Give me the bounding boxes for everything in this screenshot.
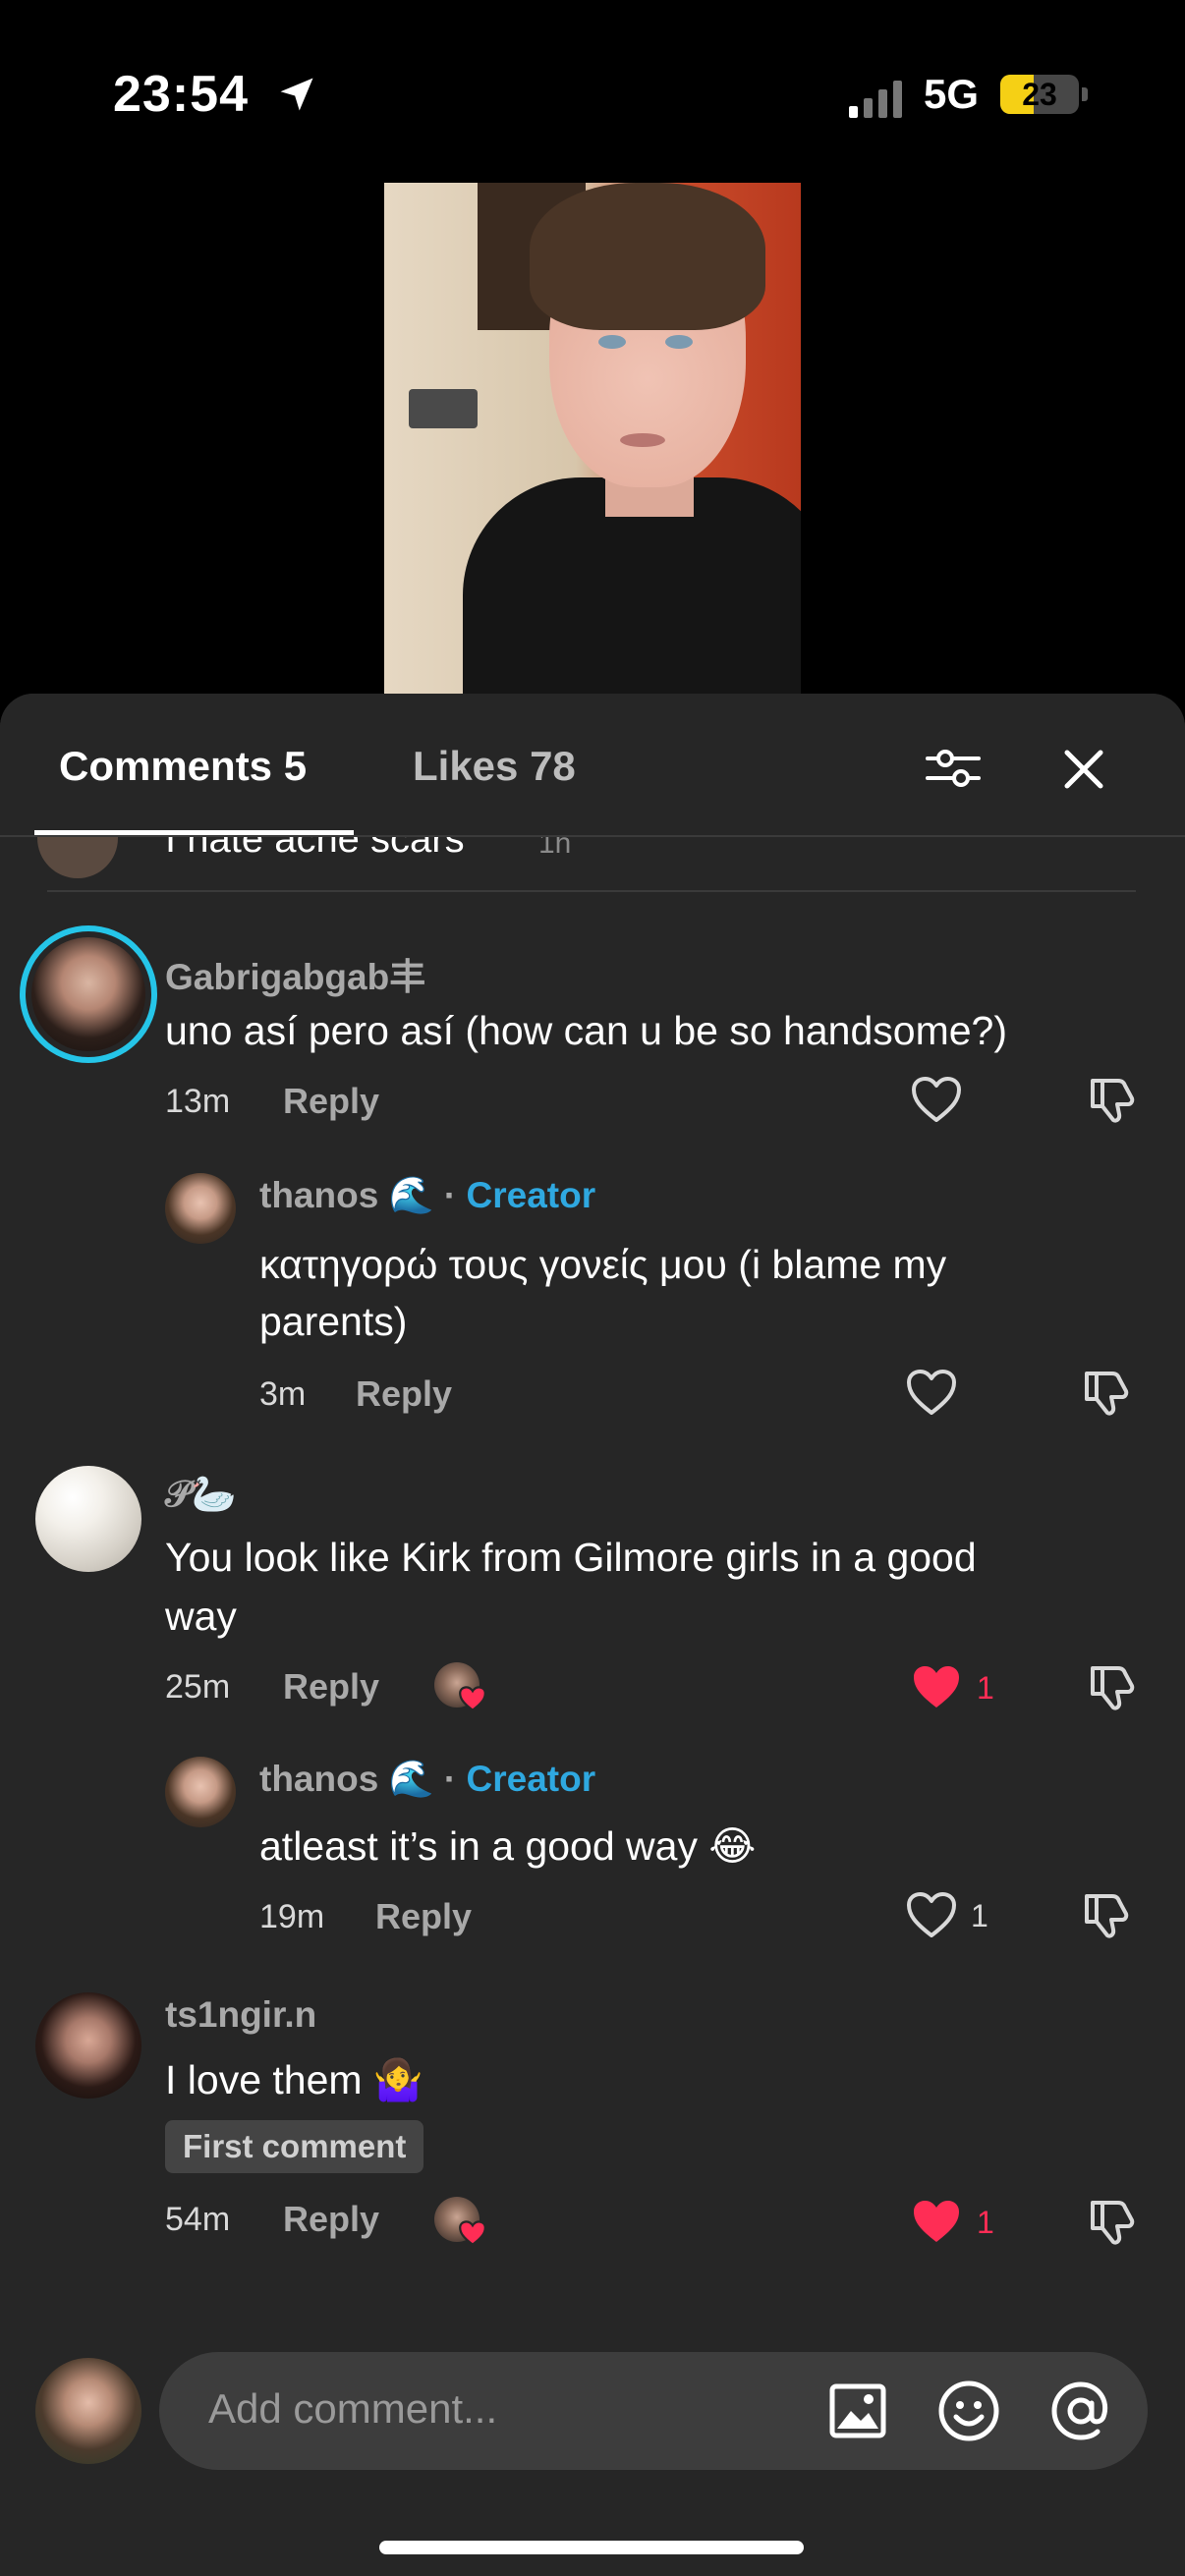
add-comment-input[interactable]: Add comment... [159, 2352, 1148, 2470]
reply-button[interactable]: Reply [283, 1081, 379, 1122]
reply-button[interactable]: Reply [283, 2199, 379, 2240]
avatar[interactable] [165, 1173, 236, 1244]
heart-filled-icon[interactable] [910, 1662, 963, 1711]
comment-composer-bar: Add comment... [0, 2305, 1185, 2576]
comment-time: 25m [165, 1668, 231, 1706]
comment-text: uno así pero así (how can u be so handso… [165, 1008, 1007, 1053]
like-count: 1 [977, 2205, 994, 2240]
status-time: 23:54 [113, 66, 249, 123]
reply-time: 19m [259, 1898, 325, 1935]
comments-sheet: Comments 5 Likes 78 I hate acne scars 1h… [0, 694, 1185, 2576]
filter-sliders-icon[interactable] [924, 739, 983, 798]
like-count: 1 [977, 1670, 994, 1706]
dislike-icon[interactable] [1083, 1888, 1132, 1941]
like-count: 1 [971, 1898, 988, 1933]
avatar[interactable] [35, 1466, 141, 1572]
cellular-signal-icon [849, 81, 902, 118]
close-icon[interactable] [1057, 743, 1110, 796]
active-tab-indicator [34, 830, 354, 835]
comment-username[interactable]: ts1ngir.n [165, 1994, 316, 2036]
comment-text-line-2: way [165, 1594, 237, 1639]
my-avatar [35, 2358, 141, 2464]
home-indicator [379, 2541, 804, 2554]
location-arrow-icon [280, 78, 313, 111]
heart-outline-icon[interactable] [905, 1368, 958, 1417]
dislike-icon[interactable] [1089, 1073, 1138, 1126]
reply-text-line-2: parents) [259, 1299, 408, 1344]
comment-time: 54m [165, 2201, 231, 2238]
reply-text: atleast it’s in a good way 😂 [259, 1823, 757, 1869]
comment-text-line-1: You look like Kirk from Gilmore girls in… [165, 1535, 977, 1580]
creator-label: Creator [466, 1759, 596, 1799]
heart-filled-icon [459, 2220, 486, 2247]
creator-liked-badge [434, 1662, 486, 1712]
creator-liked-badge [434, 2197, 486, 2247]
divider [47, 890, 1136, 892]
reply-button[interactable]: Reply [375, 1896, 472, 1937]
reply-username[interactable]: thanos 🌊 · Creator [259, 1759, 595, 1801]
video-preview[interactable] [384, 183, 801, 703]
tab-likes[interactable]: Likes 78 [413, 743, 576, 790]
emoji-icon[interactable] [937, 2380, 1000, 2442]
reply-button[interactable]: Reply [283, 1666, 379, 1708]
tab-comments[interactable]: Comments 5 [59, 743, 307, 790]
add-comment-placeholder: Add comment... [208, 2385, 498, 2432]
reply-text-line-1: κατηγορώ τους γονείς μου (i blame my [259, 1242, 947, 1287]
dislike-icon[interactable] [1089, 1660, 1138, 1713]
comment-text: I hate acne scars [165, 837, 465, 861]
reply-time: 3m [259, 1375, 307, 1413]
dislike-icon[interactable] [1089, 2195, 1138, 2248]
battery-level: 23 [1022, 77, 1057, 112]
avatar-story-ring[interactable] [20, 925, 157, 1063]
comment-username[interactable]: 𝒫🦢 [165, 1474, 237, 1516]
network-label: 5G [924, 71, 980, 117]
avatar[interactable] [35, 1992, 141, 2099]
sheet-tabs: Comments 5 Likes 78 [0, 694, 1185, 837]
battery-icon: 23 [1000, 75, 1088, 114]
comment-username[interactable]: Gabrigabgab丰 [165, 947, 425, 1000]
partial-comment: I hate acne scars 1h [0, 837, 1185, 882]
first-comment-badge: First comment [165, 2120, 424, 2173]
heart-outline-icon[interactable] [910, 1075, 963, 1124]
heart-filled-icon [459, 1686, 486, 1712]
avatar [31, 937, 145, 1051]
comment-text: I love them 🤷‍♀️ [165, 2057, 423, 2102]
reply-button[interactable]: Reply [356, 1373, 452, 1415]
heart-filled-icon[interactable] [910, 2197, 963, 2246]
avatar[interactable] [165, 1757, 236, 1827]
mention-at-icon[interactable] [1049, 2380, 1112, 2442]
heart-outline-icon[interactable] [905, 1890, 958, 1939]
reply-username[interactable]: thanos 🌊 · Creator [259, 1175, 595, 1217]
dislike-icon[interactable] [1083, 1366, 1132, 1419]
avatar[interactable] [37, 837, 118, 878]
image-icon[interactable] [829, 2383, 886, 2438]
status-bar: 23:54 5G 23 [0, 0, 1185, 187]
comment-time: 13m [165, 1083, 231, 1120]
creator-label: Creator [466, 1175, 596, 1215]
comment-time: 1h [538, 837, 572, 860]
